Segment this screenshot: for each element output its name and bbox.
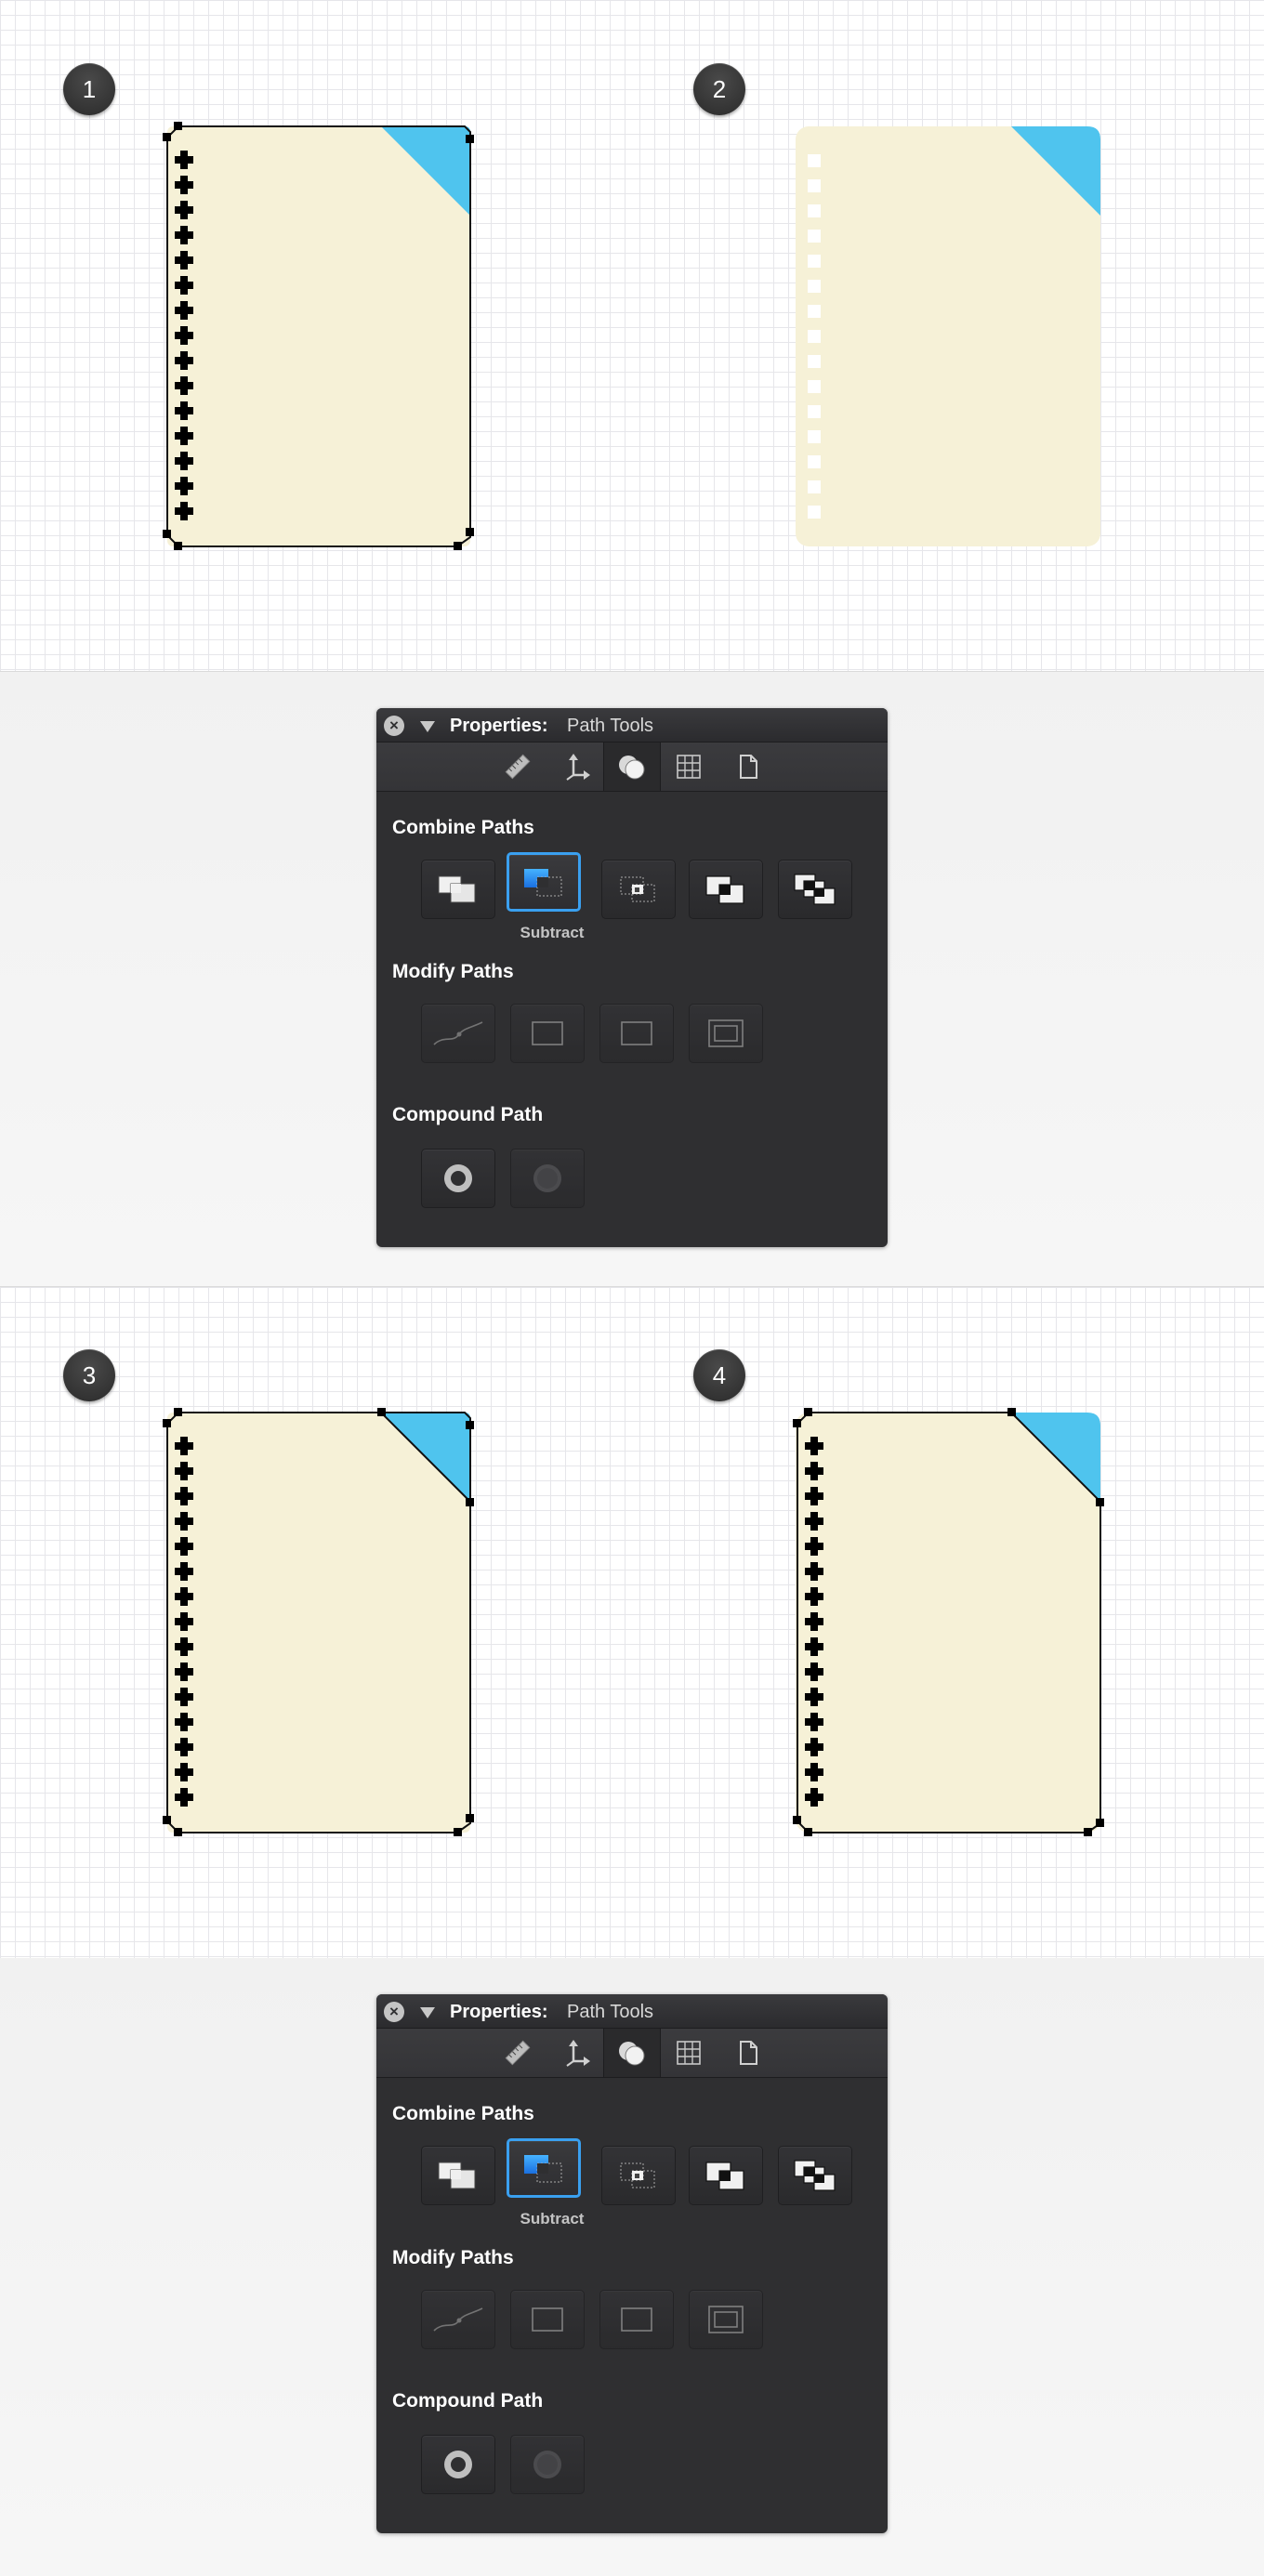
step-badge-4: 4 xyxy=(693,1349,745,1401)
exclude-button[interactable] xyxy=(689,2146,763,2205)
outline-stroke-button[interactable] xyxy=(599,2290,674,2349)
compound-path-heading: Compound Path xyxy=(392,1104,544,1125)
outline-stroke-button[interactable] xyxy=(599,1004,674,1063)
union-button[interactable] xyxy=(421,860,495,919)
step-1-paper-artwork[interactable] xyxy=(158,119,483,556)
panel-toolbar xyxy=(376,743,888,792)
step-3-paper-artwork[interactable] xyxy=(158,1405,483,1842)
inset-path-button[interactable] xyxy=(689,2290,763,2349)
step-4-paper-artwork[interactable] xyxy=(788,1405,1113,1842)
divide-button[interactable] xyxy=(778,860,852,919)
release-compound-path-button[interactable] xyxy=(510,1149,585,1208)
close-icon[interactable]: × xyxy=(384,2002,404,2022)
path-shapes-icon[interactable] xyxy=(603,743,661,791)
divide-button[interactable] xyxy=(778,2146,852,2205)
subtract-button[interactable] xyxy=(507,2138,581,2198)
page-icon[interactable] xyxy=(720,2034,776,2071)
modify-paths-heading: Modify Paths xyxy=(392,961,514,982)
step-badge-2: 2 xyxy=(693,63,745,115)
subtract-caption: Subtract xyxy=(520,924,585,941)
offset-path-button[interactable] xyxy=(510,2290,585,2349)
release-compound-path-button[interactable] xyxy=(510,2435,585,2494)
collapse-triangle-icon[interactable] xyxy=(420,2007,435,2018)
ruler-icon[interactable] xyxy=(490,2034,546,2071)
panel-toolbar xyxy=(376,2029,888,2078)
subtract-button[interactable] xyxy=(507,852,581,912)
grid-icon[interactable] xyxy=(661,748,717,785)
path-shapes-icon[interactable] xyxy=(603,2029,661,2077)
panel-title-bar[interactable]: × Properties: Path Tools xyxy=(376,708,888,743)
punched-holes xyxy=(808,154,821,519)
combine-paths-heading: Combine Paths xyxy=(392,2103,534,2124)
grid-icon[interactable] xyxy=(661,2034,717,2071)
intersect-button[interactable] xyxy=(601,2146,676,2205)
simplify-path-button[interactable] xyxy=(421,2290,495,2349)
step-badge-3: 3 xyxy=(63,1349,115,1401)
panel-title-bar[interactable]: × Properties: Path Tools xyxy=(376,1994,888,2029)
paper-shape[interactable] xyxy=(167,126,470,546)
properties-panel-2: × Properties: Path Tools Combine Paths S… xyxy=(376,1994,888,2533)
paper-shape[interactable] xyxy=(167,1413,470,1833)
combine-paths-heading: Combine Paths xyxy=(392,817,534,838)
move-axes-icon[interactable] xyxy=(549,748,605,785)
panel-subtitle: Path Tools xyxy=(567,2002,654,2022)
inset-path-button[interactable] xyxy=(689,1004,763,1063)
paper-shape[interactable] xyxy=(796,1413,1100,1833)
simplify-path-button[interactable] xyxy=(421,1004,495,1063)
ruler-icon[interactable] xyxy=(490,748,546,785)
offset-path-button[interactable] xyxy=(510,1004,585,1063)
panel-title: Properties: xyxy=(450,716,548,736)
union-button[interactable] xyxy=(421,2146,495,2205)
exclude-button[interactable] xyxy=(689,860,763,919)
make-compound-path-button[interactable] xyxy=(421,2435,495,2494)
modify-paths-heading: Modify Paths xyxy=(392,2247,514,2268)
collapse-triangle-icon[interactable] xyxy=(420,721,435,732)
move-axes-icon[interactable] xyxy=(549,2034,605,2071)
intersect-button[interactable] xyxy=(601,860,676,919)
paper-shape[interactable] xyxy=(796,126,1100,546)
panel-title: Properties: xyxy=(450,2002,548,2022)
step-2-paper-artwork[interactable] xyxy=(788,119,1113,556)
compound-path-heading: Compound Path xyxy=(392,2390,544,2412)
step-badge-1: 1 xyxy=(63,63,115,115)
page-icon[interactable] xyxy=(720,748,776,785)
properties-panel-1: × Properties: Path Tools Combine Paths S… xyxy=(376,708,888,1247)
make-compound-path-button[interactable] xyxy=(421,1149,495,1208)
subtract-caption: Subtract xyxy=(520,2210,585,2228)
close-icon[interactable]: × xyxy=(384,716,404,736)
panel-subtitle: Path Tools xyxy=(567,716,654,736)
